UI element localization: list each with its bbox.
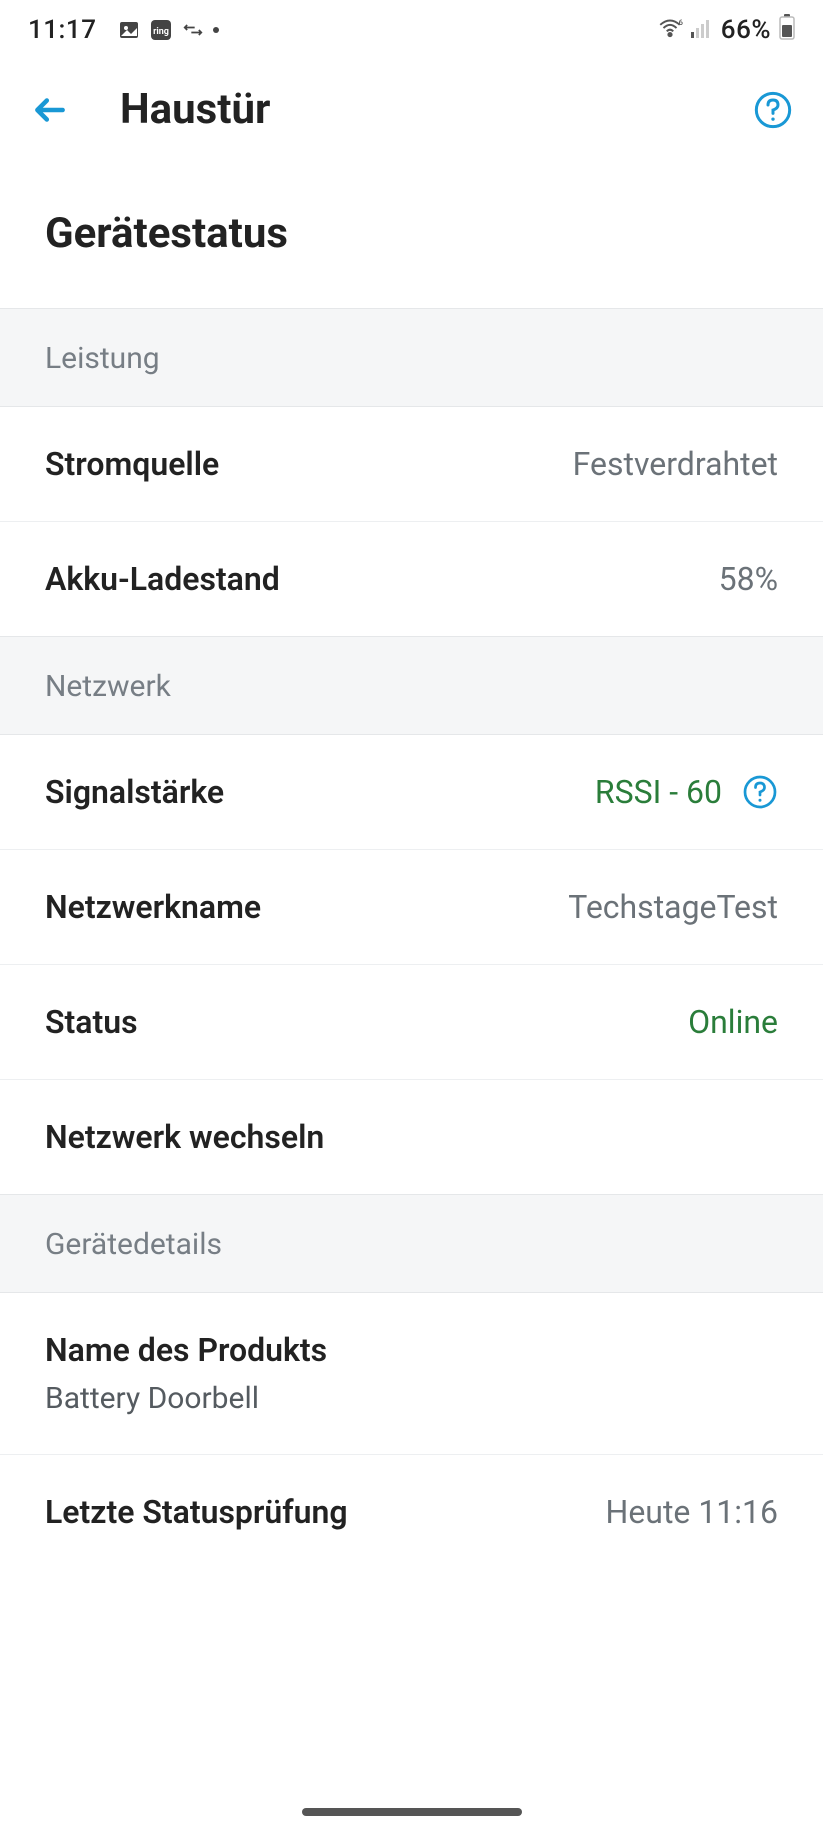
row-network-status: Status Online — [0, 965, 823, 1080]
battery-level-label: Akku-Ladestand — [45, 560, 280, 598]
power-source-value: Festverdrahtet — [573, 445, 778, 483]
section-title-power: Leistung — [45, 341, 778, 376]
reply-icon — [180, 17, 206, 43]
last-check-value: Heute 11:16 — [606, 1493, 779, 1531]
battery-percentage: 66% — [721, 15, 771, 45]
svg-text:ring: ring — [154, 27, 170, 37]
row-battery-level: Akku-Ladestand 58% — [0, 522, 823, 636]
row-last-check: Letzte Statusprüfung Heute 11:16 — [0, 1455, 823, 1569]
network-name-label: Netzwerkname — [45, 888, 261, 926]
status-notification-icons: ring — [116, 17, 220, 43]
network-status-value: Online — [688, 1003, 778, 1041]
change-network-label: Netzwerk wechseln — [45, 1118, 324, 1156]
row-power-source: Stromquelle Festverdrahtet — [0, 407, 823, 522]
product-name-value: Battery Doorbell — [45, 1381, 259, 1416]
row-network-name: Netzwerkname TechstageTest — [0, 850, 823, 965]
cellular-icon — [691, 15, 713, 45]
row-signal-strength: Signalstärke RSSI - 60 — [0, 735, 823, 850]
battery-level-value: 58% — [719, 560, 778, 598]
battery-icon — [779, 14, 795, 47]
picture-icon — [116, 17, 142, 43]
back-button[interactable] — [30, 90, 70, 130]
power-source-label: Stromquelle — [45, 445, 219, 483]
signal-strength-value-wrap: RSSI - 60 — [595, 773, 778, 811]
page-heading: Gerätestatus — [0, 159, 823, 308]
row-product-name: Name des Produkts Battery Doorbell — [0, 1293, 823, 1455]
network-status-label: Status — [45, 1003, 138, 1041]
status-time: 11:17 — [28, 15, 96, 45]
help-button[interactable] — [753, 90, 793, 130]
section-title-details: Gerätedetails — [45, 1227, 778, 1262]
section-title-network: Netzwerk — [45, 669, 778, 704]
status-bar-right: 6 66% — [657, 14, 795, 47]
navigation-header: Haustür — [0, 60, 823, 159]
signal-strength-value: RSSI - 60 — [595, 773, 722, 811]
product-name-label: Name des Produkts — [45, 1331, 327, 1369]
dot-icon — [212, 17, 220, 43]
row-change-network[interactable]: Netzwerk wechseln — [0, 1080, 823, 1194]
section-header-power: Leistung — [0, 308, 823, 407]
ring-app-icon: ring — [148, 17, 174, 43]
network-name-value: TechstageTest — [568, 888, 778, 926]
status-bar: 11:17 ring 6 66% — [0, 0, 823, 60]
page-title: Haustür — [120, 85, 270, 134]
signal-strength-label: Signalstärke — [45, 773, 224, 811]
section-header-network: Netzwerk — [0, 636, 823, 735]
svg-text:6: 6 — [678, 18, 682, 27]
last-check-label: Letzte Statusprüfung — [45, 1493, 348, 1531]
signal-help-button[interactable] — [742, 774, 778, 810]
section-header-details: Gerätedetails — [0, 1194, 823, 1293]
wifi-icon: 6 — [657, 15, 683, 45]
gesture-bar[interactable] — [302, 1808, 522, 1816]
status-bar-left: 11:17 ring — [28, 15, 220, 45]
